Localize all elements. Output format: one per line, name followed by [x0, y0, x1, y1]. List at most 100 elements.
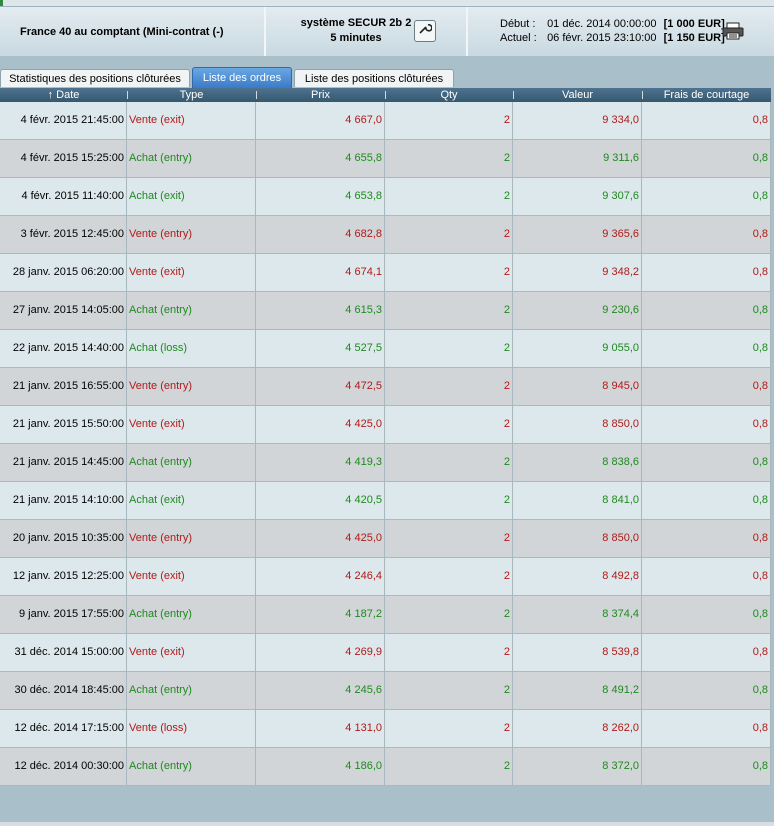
table-row[interactable]: 22 janv. 2015 14:40:00 Achat (loss) 4 527,… — [0, 330, 771, 368]
cell-price: 4 682,8 — [256, 216, 385, 253]
cell-value: 9 365,6 — [513, 216, 642, 253]
table-row[interactable]: 12 déc. 2014 00:30:00 Achat (entry) 4 186,… — [0, 748, 771, 786]
table-row[interactable]: 27 janv. 2015 14:05:00 Achat (entry) 4 615… — [0, 292, 771, 330]
cell-date: 4 févr. 2015 11:40:00 — [0, 178, 127, 215]
cell-fees: 0,8 — [642, 140, 771, 177]
cell-type: Achat (entry) — [127, 444, 256, 481]
cell-price: 4 269,9 — [256, 634, 385, 671]
cell-fees: 0,8 — [642, 558, 771, 595]
cell-price: 4 245,6 — [256, 672, 385, 709]
cell-fees: 0,8 — [642, 596, 771, 633]
cell-fees: 0,8 — [642, 292, 771, 329]
cell-date: 9 janv. 2015 17:55:00 — [0, 596, 127, 633]
tab-orders-list[interactable]: Liste des ordres — [192, 67, 292, 88]
table-row[interactable]: 3 févr. 2015 12:45:00 Vente (entry) 4 682,… — [0, 216, 771, 254]
table-row[interactable]: 12 janv. 2015 12:25:00 Vente (exit) 4 246,… — [0, 558, 771, 596]
cell-qty: 2 — [385, 482, 513, 519]
column-header-date[interactable]: ↑ Date — [0, 88, 127, 102]
current-date: 06 févr. 2015 23:10:00 — [547, 32, 657, 44]
current-value: [1 150 EUR] — [663, 32, 725, 44]
table-row[interactable]: 4 févr. 2015 15:25:00 Achat (entry) 4 655,… — [0, 140, 771, 178]
cell-price: 4 187,2 — [256, 596, 385, 633]
cell-fees: 0,8 — [642, 672, 771, 709]
cell-fees: 0,8 — [642, 520, 771, 557]
cell-price: 4 425,0 — [256, 520, 385, 557]
column-header-qty[interactable]: Qty — [385, 88, 513, 102]
cell-date: 21 janv. 2015 14:45:00 — [0, 444, 127, 481]
cell-qty: 2 — [385, 710, 513, 747]
cell-price: 4 420,5 — [256, 482, 385, 519]
cell-fees: 0,8 — [642, 216, 771, 253]
table-row[interactable]: 12 déc. 2014 17:15:00 Vente (loss) 4 131,0… — [0, 710, 771, 748]
cell-date: 21 janv. 2015 15:50:00 — [0, 406, 127, 443]
cell-date: 3 févr. 2015 12:45:00 — [0, 216, 127, 253]
cell-type: Vente (exit) — [127, 558, 256, 595]
cell-fees: 0,8 — [642, 102, 771, 139]
cell-price: 4 667,0 — [256, 102, 385, 139]
current-label: Actuel : — [500, 32, 537, 44]
column-header-fees[interactable]: Frais de courtage — [642, 88, 771, 102]
cell-value: 8 372,0 — [513, 748, 642, 785]
cell-type: Achat (entry) — [127, 140, 256, 177]
cell-date: 27 janv. 2015 14:05:00 — [0, 292, 127, 329]
cell-date: 4 févr. 2015 15:25:00 — [0, 140, 127, 177]
table-body: 4 févr. 2015 21:45:00 Vente (exit) 4 667,0… — [0, 102, 771, 786]
cell-type: Achat (loss) — [127, 330, 256, 367]
cell-qty: 2 — [385, 254, 513, 291]
cell-date: 21 janv. 2015 14:10:00 — [0, 482, 127, 519]
cell-price: 4 653,8 — [256, 178, 385, 215]
cell-type: Achat (exit) — [127, 178, 256, 215]
table-row[interactable]: 21 janv. 2015 14:45:00 Achat (entry) 4 419… — [0, 444, 771, 482]
cell-price: 4 425,0 — [256, 406, 385, 443]
cell-date: 12 janv. 2015 12:25:00 — [0, 558, 127, 595]
cell-type: Achat (exit) — [127, 482, 256, 519]
table-row[interactable]: 31 déc. 2014 15:00:00 Vente (exit) 4 269,9… — [0, 634, 771, 672]
period-panel: Début : 01 déc. 2014 00:00:00 [1 000 EUR… — [468, 7, 774, 56]
printer-icon[interactable] — [722, 22, 744, 40]
cell-price: 4 419,3 — [256, 444, 385, 481]
cell-qty: 2 — [385, 596, 513, 633]
cell-fees: 0,8 — [642, 748, 771, 785]
wrench-icon[interactable] — [414, 20, 436, 42]
table-row[interactable]: 9 janv. 2015 17:55:00 Achat (entry) 4 187,… — [0, 596, 771, 634]
cell-date: 12 déc. 2014 00:30:00 — [0, 748, 127, 785]
cell-type: Vente (exit) — [127, 102, 256, 139]
status-marker — [0, 0, 3, 6]
cell-price: 4 472,5 — [256, 368, 385, 405]
table-row[interactable]: 28 janv. 2015 06:20:00 Vente (exit) 4 674,… — [0, 254, 771, 292]
cell-date: 30 déc. 2014 18:45:00 — [0, 672, 127, 709]
tab-closed-positions-list[interactable]: Liste des positions clôturées — [294, 69, 454, 87]
tab-bar: Statistiques des positions clôturées Lis… — [0, 67, 774, 88]
orders-table: ↑ Date Type Prix Qty Valeur Frais de cou… — [0, 88, 771, 786]
cell-type: Vente (exit) — [127, 406, 256, 443]
column-header-type[interactable]: Type — [127, 88, 256, 102]
cell-date: 12 déc. 2014 17:15:00 — [0, 710, 127, 747]
cell-type: Achat (entry) — [127, 748, 256, 785]
table-row[interactable]: 21 janv. 2015 14:10:00 Achat (exit) 4 420,… — [0, 482, 771, 520]
cell-value: 8 945,0 — [513, 368, 642, 405]
cell-type: Vente (exit) — [127, 254, 256, 291]
cell-qty: 2 — [385, 520, 513, 557]
tab-closed-positions-stats[interactable]: Statistiques des positions clôturées — [0, 69, 190, 87]
cell-type: Vente (entry) — [127, 216, 256, 253]
cell-value: 8 850,0 — [513, 406, 642, 443]
cell-value: 8 850,0 — [513, 520, 642, 557]
bottom-strip — [0, 822, 774, 826]
cell-qty: 2 — [385, 330, 513, 367]
cell-value: 9 311,6 — [513, 140, 642, 177]
column-header-price[interactable]: Prix — [256, 88, 385, 102]
cell-qty: 2 — [385, 444, 513, 481]
table-row[interactable]: 20 janv. 2015 10:35:00 Vente (entry) 4 425… — [0, 520, 771, 558]
sort-arrow-icon: ↑ — [47, 89, 54, 101]
column-header-value[interactable]: Valeur — [513, 88, 642, 102]
header-bar: France 40 au comptant (Mini-contrat (-) … — [0, 7, 774, 56]
cell-type: Vente (entry) — [127, 368, 256, 405]
table-row[interactable]: 30 déc. 2014 18:45:00 Achat (entry) 4 245,… — [0, 672, 771, 710]
start-label: Début : — [500, 18, 536, 30]
table-row[interactable]: 4 févr. 2015 21:45:00 Vente (exit) 4 667,0… — [0, 102, 771, 140]
cell-qty: 2 — [385, 178, 513, 215]
table-row[interactable]: 21 janv. 2015 16:55:00 Vente (entry) 4 472… — [0, 368, 771, 406]
cell-fees: 0,8 — [642, 368, 771, 405]
table-row[interactable]: 4 févr. 2015 11:40:00 Achat (exit) 4 653,8… — [0, 178, 771, 216]
table-row[interactable]: 21 janv. 2015 15:50:00 Vente (exit) 4 425,… — [0, 406, 771, 444]
